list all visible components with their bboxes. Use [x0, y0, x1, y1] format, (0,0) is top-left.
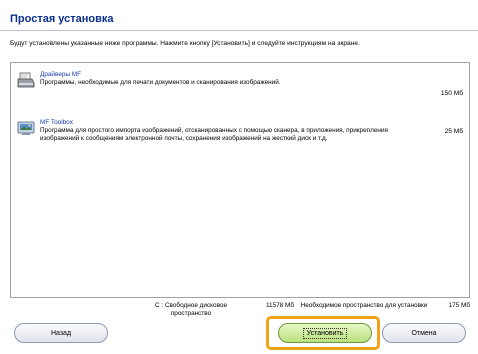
printer-icon: [17, 72, 35, 88]
install-button-highlight: [266, 316, 380, 350]
disk-space-info: C : Свободное дисковое пространство 1157…: [0, 302, 478, 324]
toolbox-icon: [17, 121, 35, 135]
back-button[interactable]: Назад: [14, 323, 108, 343]
item-size: 25 Мб: [444, 128, 463, 135]
item-size: 150 Мб: [440, 90, 463, 97]
item-name: Драйверы MF: [40, 71, 82, 78]
free-space-value: 11578 Мб: [265, 302, 294, 309]
header: Простая установка: [0, 0, 478, 30]
required-space-value: 175 Мб: [448, 302, 470, 309]
item-description: Программа для простого импорта изображен…: [40, 127, 388, 143]
back-button-label: Назад: [50, 329, 72, 337]
required-space-label: Необходимое пространство для установки: [300, 302, 428, 309]
item-name: MF Toolbox: [40, 119, 73, 126]
cancel-button-label: Отмена: [411, 329, 437, 337]
cancel-button[interactable]: Отмена: [382, 323, 466, 343]
header-divider: [0, 30, 478, 31]
free-space-label: C : Свободное дисковое пространство: [155, 302, 227, 317]
item-description: Программы, необходимые для печати докуме…: [40, 79, 281, 86]
instruction-text: Будут установлены указанные ниже програм…: [10, 40, 360, 47]
program-list: Драйверы MF Программы, необходимые для п…: [10, 62, 470, 298]
page-title: Простая установка: [10, 13, 114, 25]
